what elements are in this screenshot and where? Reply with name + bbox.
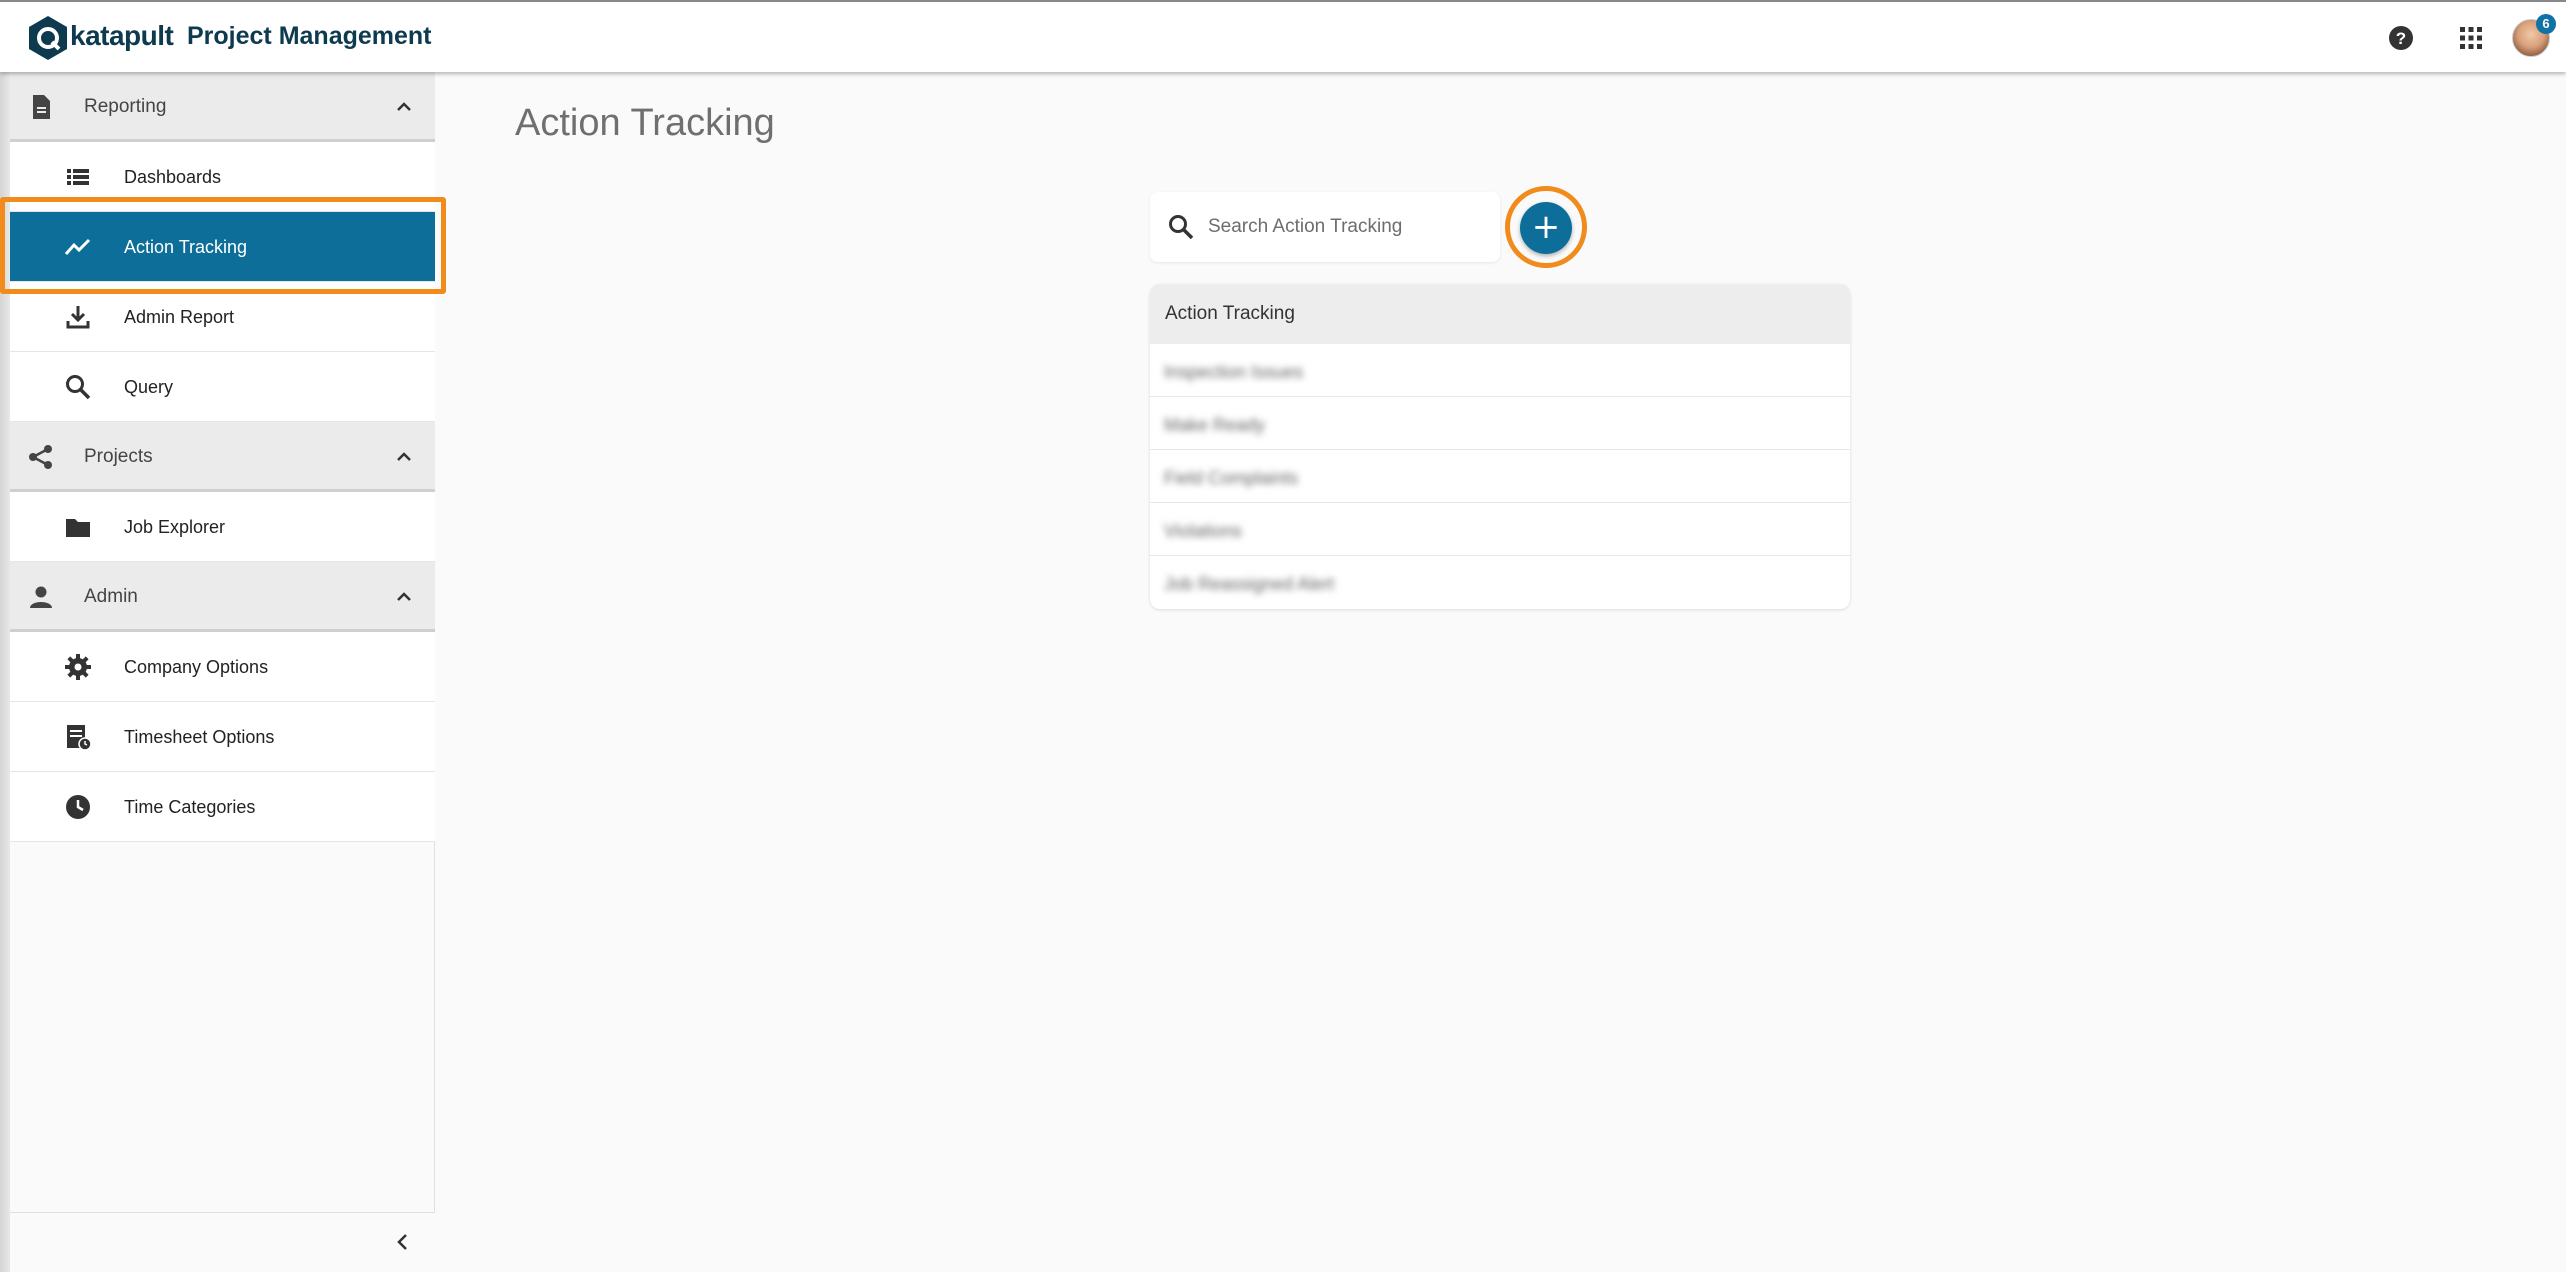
search-icon xyxy=(1169,215,1194,240)
sidebar-item-company-options[interactable]: Company Options xyxy=(10,632,435,702)
row-text: Job Reassigned Alert xyxy=(1164,574,1335,594)
app-title: Project Management xyxy=(187,22,432,50)
action-tracking-table: Action Tracking Inspection Issues Make R… xyxy=(1150,284,1850,609)
chevron-up-icon[interactable] xyxy=(392,445,416,469)
help-icon[interactable]: ? xyxy=(2386,23,2416,53)
sidebar-item-timesheet-options[interactable]: Timesheet Options xyxy=(10,702,435,772)
table-row[interactable]: Violations xyxy=(1150,503,1850,556)
sidebar-item-label: Action Tracking xyxy=(124,237,248,257)
trending-up-icon xyxy=(64,238,91,255)
section-label: Projects xyxy=(84,446,153,467)
sidebar-footer xyxy=(10,1212,435,1272)
section-reporting[interactable]: Reporting xyxy=(10,72,435,142)
table-row[interactable]: Field Complaints xyxy=(1150,450,1850,503)
search-icon xyxy=(66,375,91,400)
svg-text:?: ? xyxy=(2396,29,2406,48)
download-icon xyxy=(66,306,90,329)
timesheet-icon xyxy=(67,725,92,751)
search-input[interactable] xyxy=(1208,206,1488,248)
row-text: Field Complaints xyxy=(1164,468,1299,488)
sidebar: Reporting Dashboards Action Tracking Adm… xyxy=(10,72,435,1272)
sidebar-item-dashboards[interactable]: Dashboards xyxy=(10,142,435,212)
table-header: Action Tracking xyxy=(1150,284,1850,344)
sidebar-item-label: Company Options xyxy=(124,657,269,677)
apps-grid-icon[interactable] xyxy=(2457,24,2485,52)
notification-badge: 6 xyxy=(2536,14,2556,34)
sidebar-item-time-categories[interactable]: Time Categories xyxy=(10,772,435,842)
row-text: Inspection Issues xyxy=(1164,362,1304,382)
row-text: Violations xyxy=(1164,521,1242,541)
section-label: Admin xyxy=(84,586,138,607)
sidebar-item-label: Admin Report xyxy=(124,307,235,327)
sidebar-item-label: Timesheet Options xyxy=(124,727,275,747)
chevron-up-icon[interactable] xyxy=(392,585,416,609)
add-button[interactable]: + xyxy=(1520,202,1572,254)
sidebar-item-query[interactable]: Query xyxy=(10,352,435,422)
collapse-sidebar-icon[interactable] xyxy=(388,1227,418,1257)
sidebar-item-job-explorer[interactable]: Job Explorer xyxy=(10,492,435,562)
katapult-logo-icon[interactable] xyxy=(26,14,70,62)
app-header: katapult Project Management ? 6 xyxy=(0,0,2566,72)
table-row[interactable]: Make Ready xyxy=(1150,397,1850,450)
sidebar-item-label: Dashboards xyxy=(124,167,222,187)
sidebar-item-label: Job Explorer xyxy=(124,517,226,537)
clock-icon xyxy=(66,795,90,819)
section-admin[interactable]: Admin xyxy=(10,562,435,632)
chevron-up-icon[interactable] xyxy=(392,95,416,119)
page-title: Action Tracking xyxy=(515,102,775,144)
sidebar-item-admin-report[interactable]: Admin Report xyxy=(10,282,435,352)
section-projects[interactable]: Projects xyxy=(10,422,435,492)
sidebar-item-label: Query xyxy=(124,377,174,397)
table-row[interactable]: Job Reassigned Alert xyxy=(1150,556,1850,609)
row-text: Make Ready xyxy=(1164,415,1266,435)
left-edge-strip xyxy=(0,72,10,1272)
brand-name[interactable]: katapult xyxy=(70,20,174,52)
person-icon xyxy=(30,586,52,608)
list-icon xyxy=(67,169,89,185)
share-icon xyxy=(29,445,52,469)
search-box[interactable] xyxy=(1150,192,1500,262)
folder-icon xyxy=(66,519,90,537)
section-label: Reporting xyxy=(84,96,167,117)
document-icon xyxy=(33,95,50,119)
sidebar-item-label: Time Categories xyxy=(124,797,256,817)
gear-icon xyxy=(65,654,91,680)
sidebar-item-action-tracking[interactable]: Action Tracking xyxy=(10,212,435,282)
table-row[interactable]: Inspection Issues xyxy=(1150,344,1850,397)
